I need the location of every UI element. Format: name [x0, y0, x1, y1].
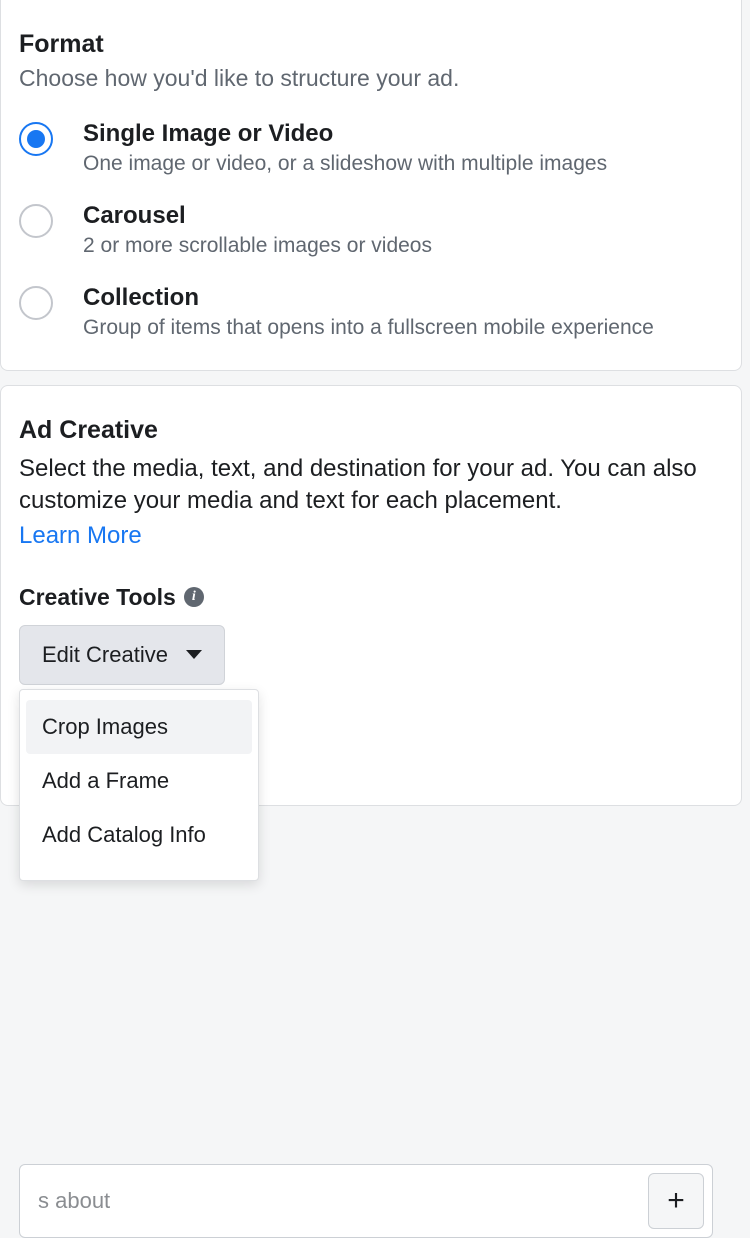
- edit-creative-menu: Crop Images Add a Frame Add Catalog Info: [19, 689, 259, 881]
- dropdown-label: Edit Creative: [42, 642, 168, 668]
- menu-item-crop-images[interactable]: Crop Images: [26, 700, 252, 754]
- radio-icon: [19, 122, 53, 156]
- add-text-button[interactable]: +: [648, 1173, 704, 1229]
- format-option-collection[interactable]: Collection Group of items that opens int…: [19, 284, 723, 340]
- format-subtitle: Choose how you'd like to structure your …: [19, 63, 723, 112]
- radio-icon: [19, 286, 53, 320]
- format-options: Single Image or Video One image or video…: [19, 120, 723, 340]
- learn-more-link[interactable]: Learn More: [19, 518, 142, 550]
- option-desc: Group of items that opens into a fullscr…: [83, 316, 654, 340]
- format-title: Format: [19, 0, 723, 63]
- edit-creative-button[interactable]: Edit Creative: [19, 625, 225, 685]
- edit-creative-dropdown: Edit Creative Crop Images Add a Frame Ad…: [19, 625, 225, 685]
- option-desc: One image or video, or a slideshow with …: [83, 152, 607, 176]
- radio-icon: [19, 204, 53, 238]
- ad-creative-card: Ad Creative Select the media, text, and …: [0, 385, 742, 806]
- creative-title: Ad Creative: [19, 386, 723, 449]
- plus-icon: +: [667, 1184, 685, 1218]
- option-label: Single Image or Video: [83, 120, 607, 152]
- creative-body: Select the media, text, and destination …: [19, 449, 723, 518]
- menu-item-add-catalog-info[interactable]: Add Catalog Info: [26, 808, 252, 862]
- creative-tools-label-row: Creative Tools i: [19, 584, 723, 611]
- ad-text-input[interactable]: [20, 1165, 648, 1237]
- caret-down-icon: [186, 650, 202, 659]
- format-option-carousel[interactable]: Carousel 2 or more scrollable images or …: [19, 202, 723, 258]
- format-card: Format Choose how you'd like to structur…: [0, 0, 742, 371]
- info-icon[interactable]: i: [184, 587, 204, 607]
- ad-text-input-row: +: [19, 1164, 713, 1238]
- option-label: Carousel: [83, 202, 432, 234]
- option-label: Collection: [83, 284, 654, 316]
- format-option-single[interactable]: Single Image or Video One image or video…: [19, 120, 723, 176]
- menu-item-add-frame[interactable]: Add a Frame: [26, 754, 252, 808]
- option-desc: 2 or more scrollable images or videos: [83, 234, 432, 258]
- creative-tools-label: Creative Tools: [19, 584, 176, 611]
